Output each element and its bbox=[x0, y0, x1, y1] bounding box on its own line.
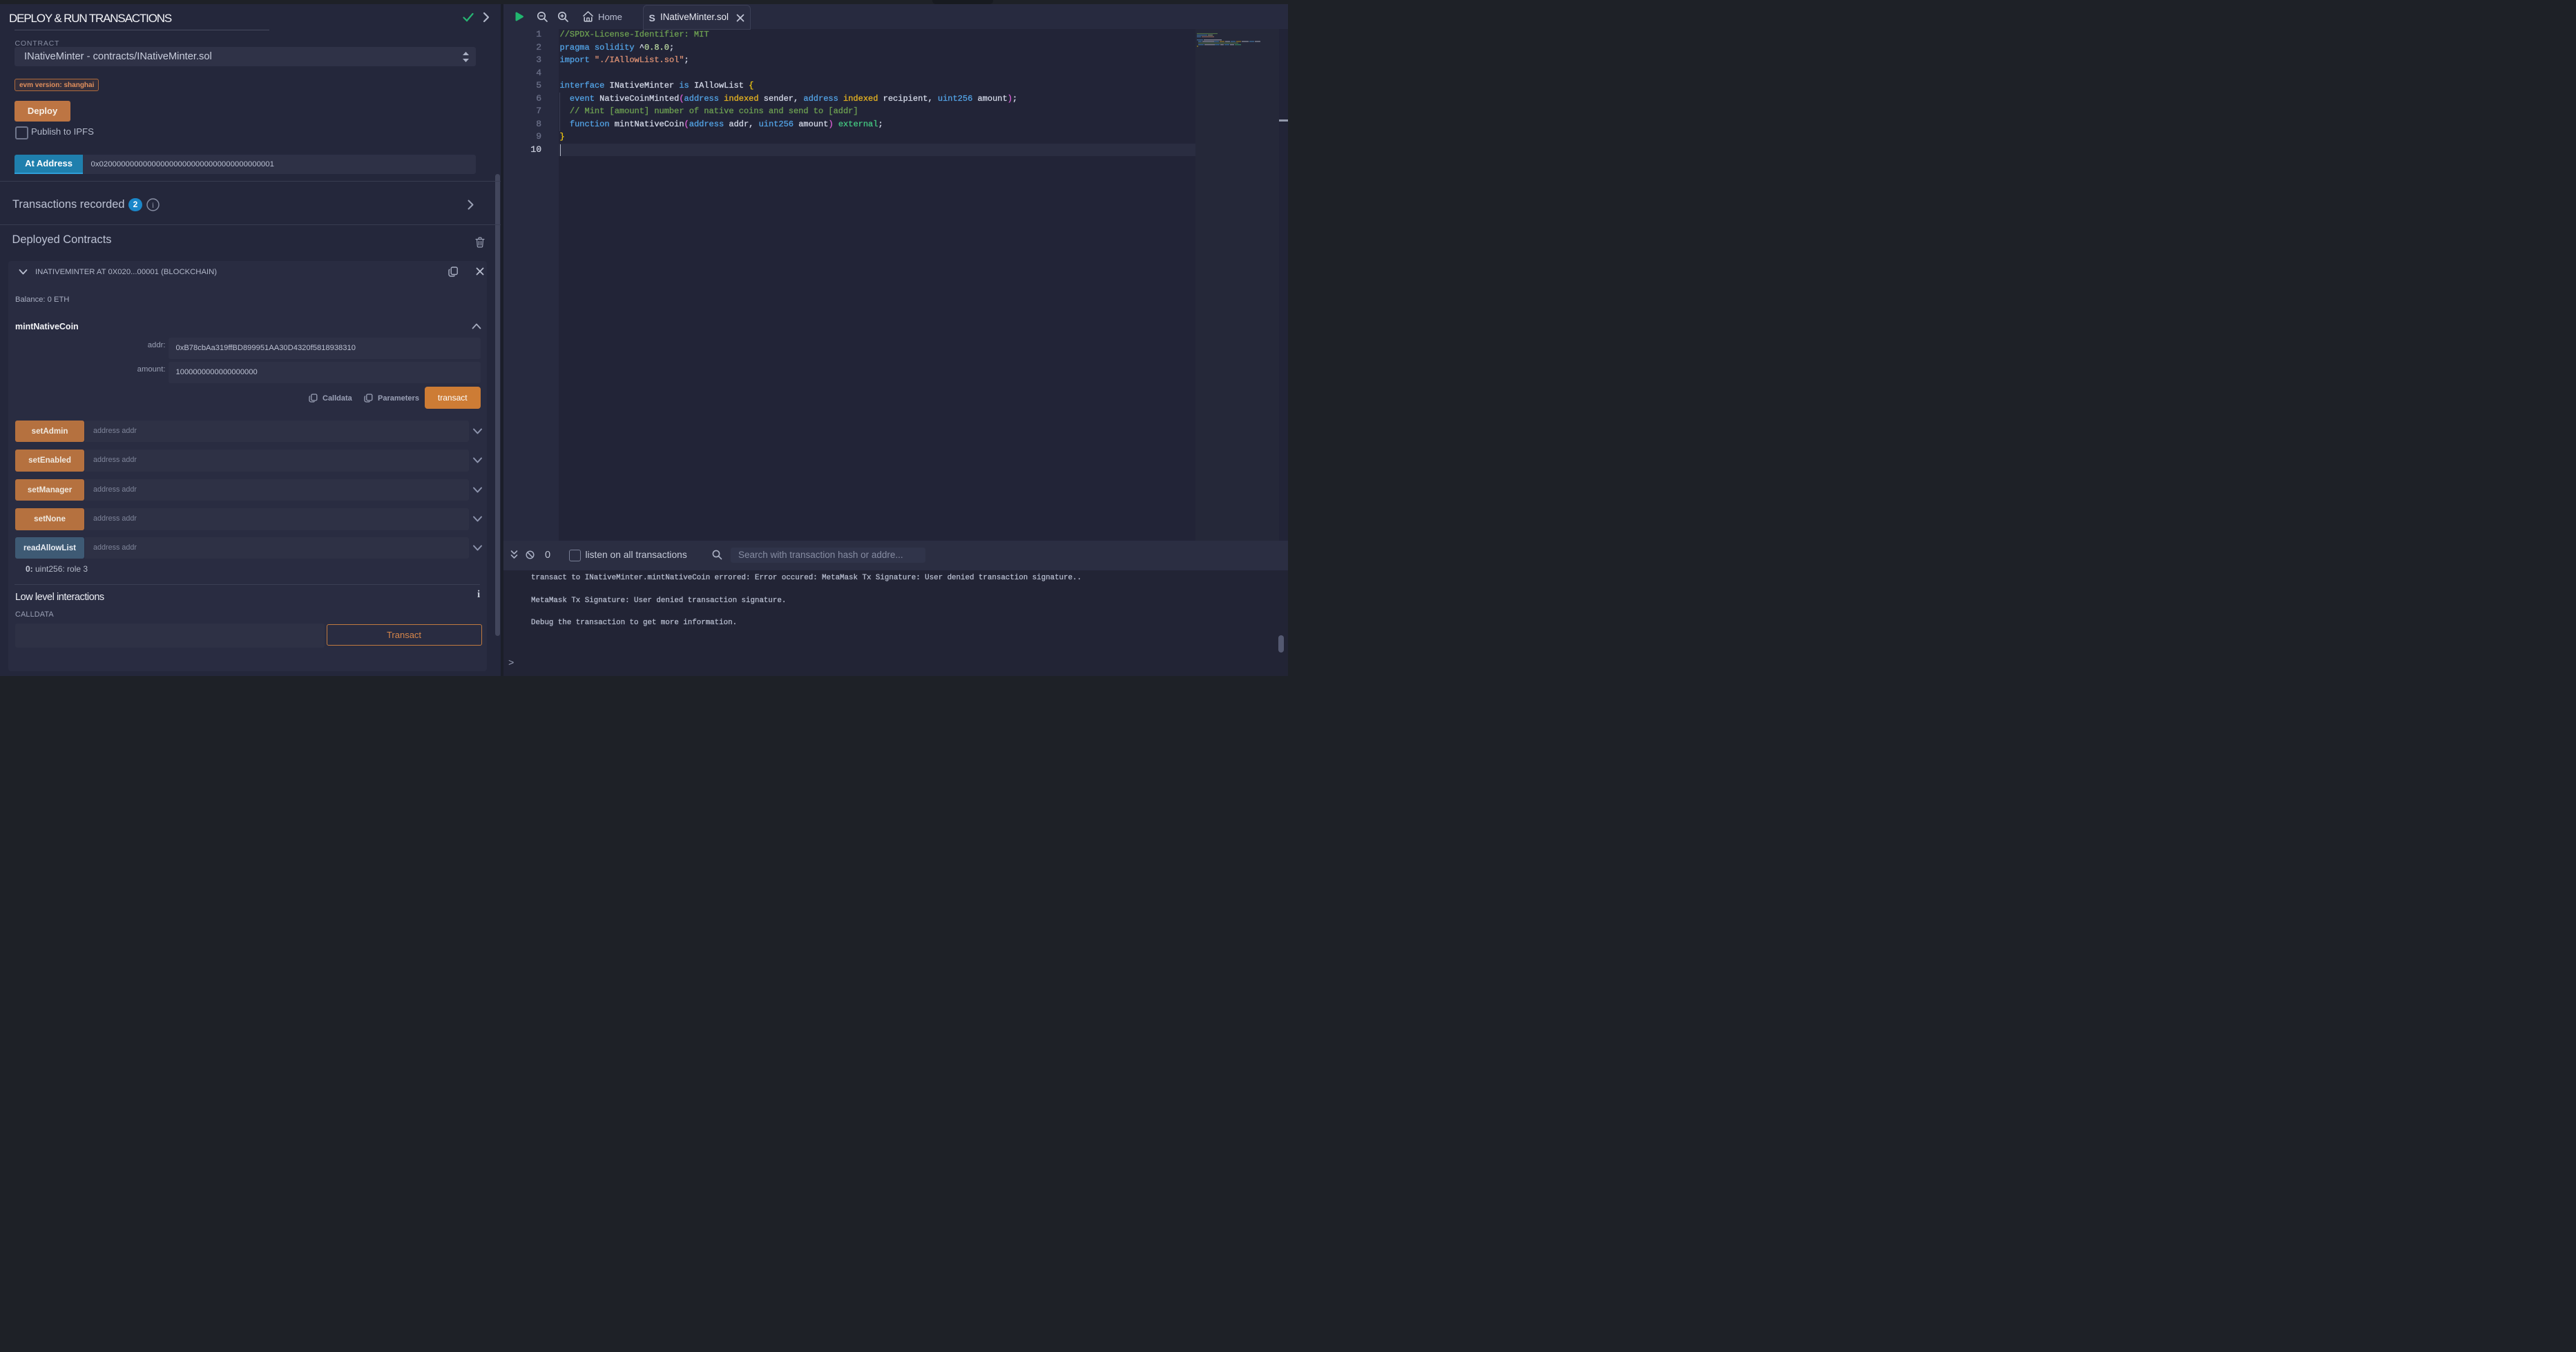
svg-text:i: i bbox=[152, 202, 154, 210]
